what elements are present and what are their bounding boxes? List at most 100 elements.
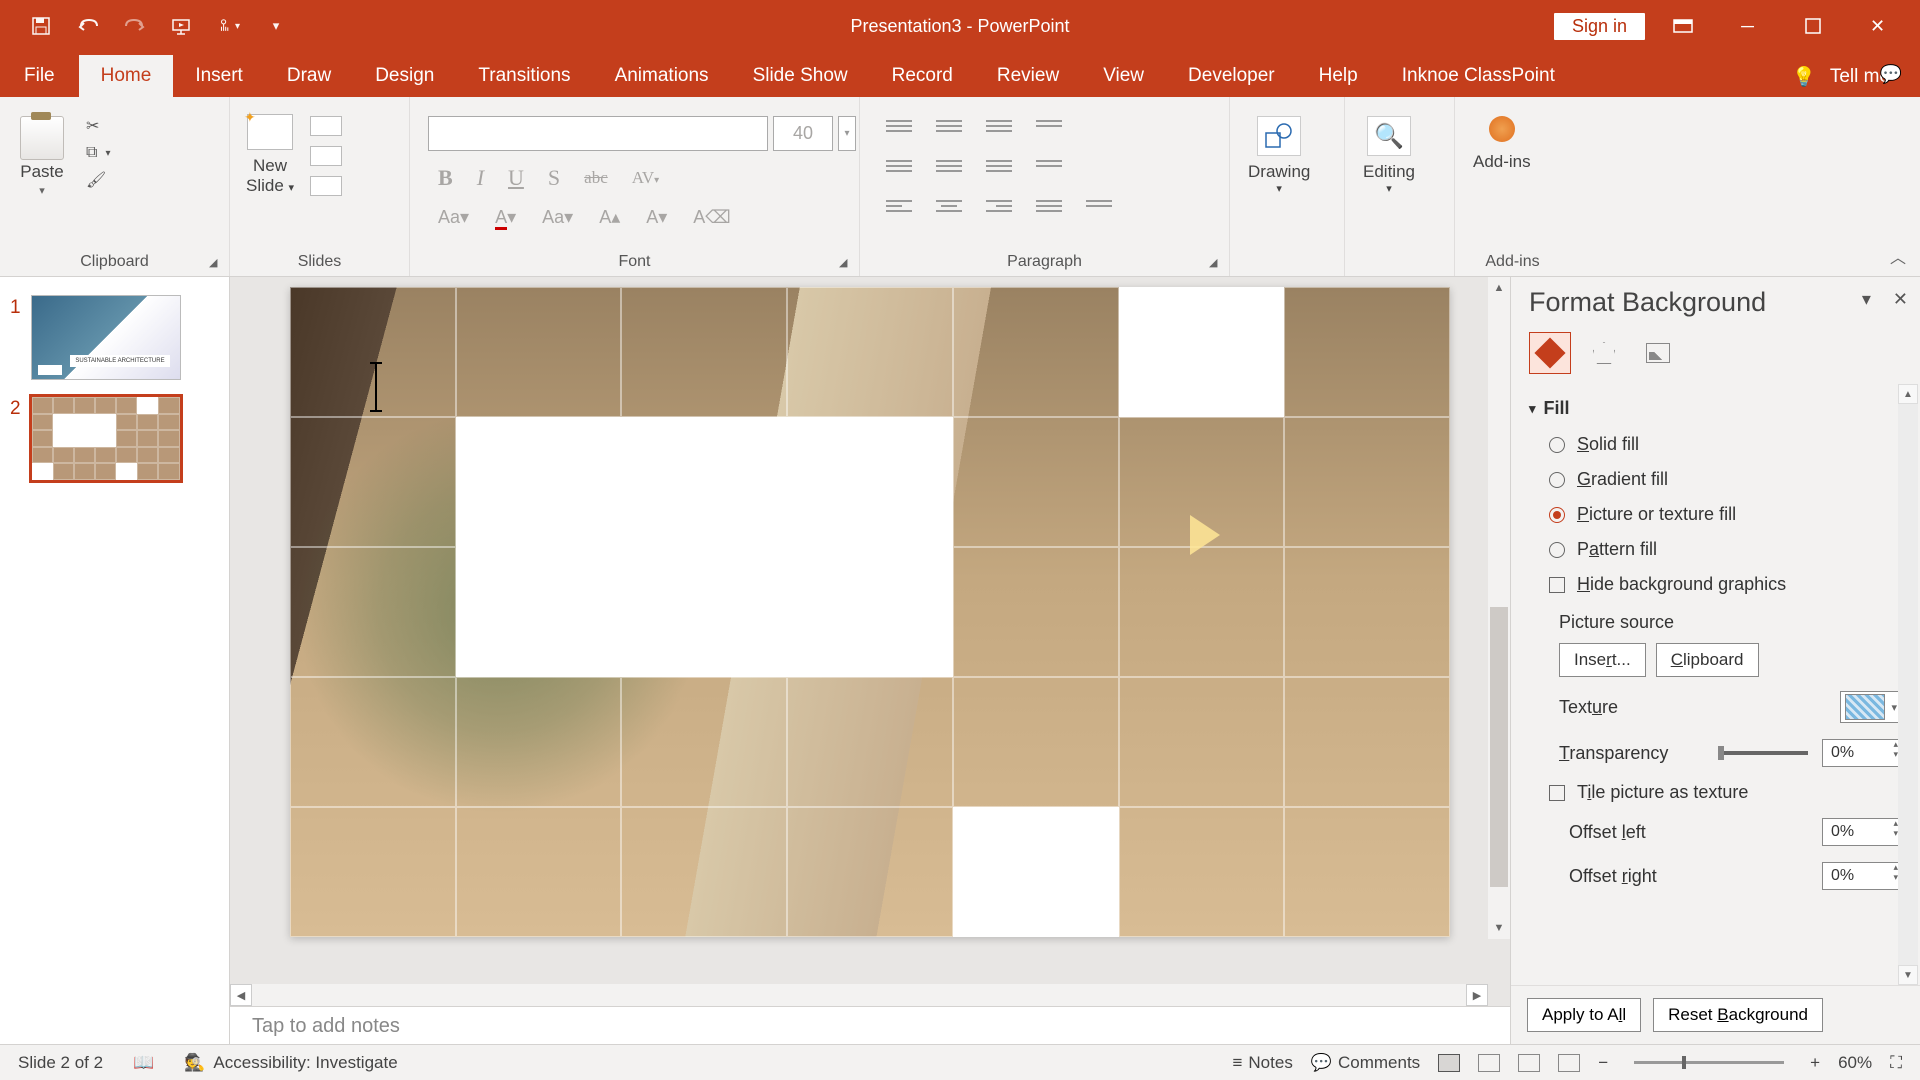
transparency-input[interactable]: 0% bbox=[1822, 739, 1902, 767]
undo-icon[interactable] bbox=[77, 15, 99, 37]
transparency-slider[interactable] bbox=[1718, 751, 1808, 755]
accessibility-button[interactable]: 🕵 Accessibility: Investigate bbox=[184, 1053, 397, 1073]
customize-qat-icon[interactable]: ▾ bbox=[265, 15, 287, 37]
drawing-button[interactable]: Drawing ▾ bbox=[1238, 110, 1320, 201]
addins-button[interactable]: Add-ins bbox=[1463, 110, 1541, 178]
scroll-down-icon[interactable]: ▼ bbox=[1898, 965, 1918, 985]
char-spacing-button[interactable]: AV▾ bbox=[632, 168, 659, 188]
format-painter-button[interactable]: 🖌 bbox=[86, 170, 110, 190]
scroll-up-icon[interactable]: ▲ bbox=[1488, 277, 1510, 299]
section-button[interactable] bbox=[310, 176, 342, 196]
align-button[interactable] bbox=[986, 160, 1012, 180]
pane-options-icon[interactable]: ▾ bbox=[1862, 289, 1871, 310]
clipboard-picture-button[interactable]: Clipboard bbox=[1656, 643, 1759, 677]
text-direction-button[interactable] bbox=[1036, 120, 1062, 140]
spellcheck-icon[interactable]: 📖 bbox=[133, 1053, 154, 1073]
zoom-level[interactable]: 60% bbox=[1838, 1053, 1872, 1073]
bold-button[interactable]: B bbox=[438, 165, 453, 191]
normal-view-icon[interactable] bbox=[1438, 1054, 1460, 1072]
reading-view-icon[interactable] bbox=[1518, 1054, 1540, 1072]
insert-picture-button[interactable]: Insert... bbox=[1559, 643, 1646, 677]
fill-tab[interactable] bbox=[1529, 332, 1571, 374]
decrease-indent-button[interactable] bbox=[886, 160, 912, 180]
scrollbar-thumb[interactable] bbox=[1490, 607, 1508, 887]
minimize-icon[interactable]: ─ bbox=[1720, 14, 1775, 38]
reset-button[interactable] bbox=[310, 146, 342, 166]
clear-format-button[interactable]: A⌫ bbox=[693, 207, 730, 228]
editing-button[interactable]: 🔍 Editing ▾ bbox=[1353, 110, 1425, 201]
zoom-out-button[interactable]: − bbox=[1598, 1053, 1608, 1073]
font-dialog-launcher[interactable]: ◢ bbox=[839, 256, 853, 270]
font-name-input[interactable] bbox=[428, 116, 768, 151]
notes-toggle[interactable]: ≡Notes bbox=[1232, 1053, 1292, 1073]
change-case-button[interactable]: Aa▾ bbox=[438, 207, 469, 228]
sign-in-button[interactable]: Sign in bbox=[1554, 13, 1645, 40]
vertical-scrollbar[interactable]: ▲ ▼ bbox=[1488, 277, 1510, 939]
insert-tab[interactable]: Insert bbox=[173, 55, 265, 97]
offset-left-input[interactable]: 0% bbox=[1822, 818, 1902, 846]
scroll-left-icon[interactable]: ◀ bbox=[230, 984, 252, 1006]
picture-fill-radio[interactable]: Picture or texture fill bbox=[1529, 497, 1902, 532]
solid-fill-radio[interactable]: Solid fill bbox=[1529, 427, 1902, 462]
help-tab[interactable]: Help bbox=[1297, 55, 1380, 97]
gradient-fill-radio[interactable]: Gradient fill bbox=[1529, 462, 1902, 497]
bullets-button[interactable] bbox=[886, 120, 912, 140]
pane-close-icon[interactable]: ✕ bbox=[1893, 289, 1908, 310]
start-from-beginning-icon[interactable] bbox=[171, 15, 193, 37]
comments-icon[interactable]: 💬 bbox=[1880, 64, 1902, 85]
save-icon[interactable] bbox=[30, 15, 52, 37]
record-tab[interactable]: Record bbox=[870, 55, 975, 97]
slideshow-tab[interactable]: Slide Show bbox=[731, 55, 870, 97]
zoom-slider[interactable] bbox=[1634, 1061, 1784, 1064]
increase-indent-button[interactable] bbox=[936, 160, 962, 180]
picture-tab[interactable] bbox=[1637, 332, 1679, 374]
fill-section-header[interactable]: ▾ Fill bbox=[1529, 390, 1902, 427]
scroll-up-icon[interactable]: ▲ bbox=[1898, 384, 1918, 404]
transitions-tab[interactable]: Transitions bbox=[456, 55, 592, 97]
slide-thumbnail-1[interactable]: 1 SUSTAINABLE ARCHITECTURE bbox=[10, 295, 219, 380]
horizontal-scrollbar[interactable]: ◀ ▶ bbox=[230, 984, 1488, 1006]
align-left-button[interactable] bbox=[886, 200, 912, 220]
reset-background-button[interactable]: Reset Background bbox=[1653, 998, 1823, 1032]
font-size-input[interactable]: 40 bbox=[773, 116, 833, 151]
numbering-button[interactable] bbox=[936, 120, 962, 140]
slide-canvas[interactable] bbox=[290, 287, 1450, 937]
apply-to-all-button[interactable]: Apply to All bbox=[1527, 998, 1641, 1032]
new-slide-button[interactable]: New Slide ▾ bbox=[238, 110, 302, 200]
maximize-icon[interactable] bbox=[1785, 14, 1840, 38]
design-tab[interactable]: Design bbox=[353, 55, 456, 97]
scroll-down-icon[interactable]: ▼ bbox=[1488, 917, 1510, 939]
redo-icon[interactable] bbox=[124, 15, 146, 37]
columns-button[interactable] bbox=[1036, 160, 1062, 180]
align-center-button[interactable] bbox=[936, 200, 962, 220]
draw-tab[interactable]: Draw bbox=[265, 55, 353, 97]
hide-bg-checkbox[interactable]: Hide background graphics bbox=[1529, 567, 1902, 602]
collapse-ribbon-icon[interactable]: ︿ bbox=[1890, 244, 1906, 268]
copy-button[interactable]: ⧉▾ bbox=[86, 144, 110, 162]
sorter-view-icon[interactable] bbox=[1478, 1054, 1500, 1072]
developer-tab[interactable]: Developer bbox=[1166, 55, 1297, 97]
strikethrough-button[interactable]: abc bbox=[584, 168, 608, 188]
classpoint-tab[interactable]: Inknoe ClassPoint bbox=[1380, 55, 1577, 97]
animations-tab[interactable]: Animations bbox=[593, 55, 731, 97]
font-color-button[interactable]: A▾ bbox=[495, 207, 516, 228]
effects-tab[interactable] bbox=[1583, 332, 1625, 374]
font-size-dropdown[interactable]: ▾ bbox=[838, 116, 856, 151]
ribbon-display-icon[interactable] bbox=[1655, 14, 1710, 38]
decrease-font-button[interactable]: A▾ bbox=[646, 207, 667, 228]
touch-mode-icon[interactable]: ▾ bbox=[218, 15, 240, 37]
justify-button[interactable] bbox=[1036, 200, 1062, 220]
align-right-button[interactable] bbox=[986, 200, 1012, 220]
line-spacing-button[interactable] bbox=[986, 120, 1012, 140]
comments-toggle[interactable]: 💬Comments bbox=[1311, 1053, 1420, 1073]
shadow-button[interactable]: S bbox=[548, 165, 560, 191]
cut-button[interactable]: ✂ bbox=[86, 116, 110, 136]
smartart-button[interactable] bbox=[1086, 200, 1112, 220]
canvas-viewport[interactable]: ▲ ▼ bbox=[230, 277, 1510, 984]
increase-font-button[interactable]: A▴ bbox=[599, 207, 620, 228]
slide-position[interactable]: Slide 2 of 2 bbox=[18, 1053, 103, 1073]
paste-button[interactable]: Paste ▾ bbox=[8, 110, 76, 199]
review-tab[interactable]: Review bbox=[975, 55, 1081, 97]
zoom-in-button[interactable]: + bbox=[1810, 1053, 1820, 1073]
slideshow-view-icon[interactable] bbox=[1558, 1054, 1580, 1072]
